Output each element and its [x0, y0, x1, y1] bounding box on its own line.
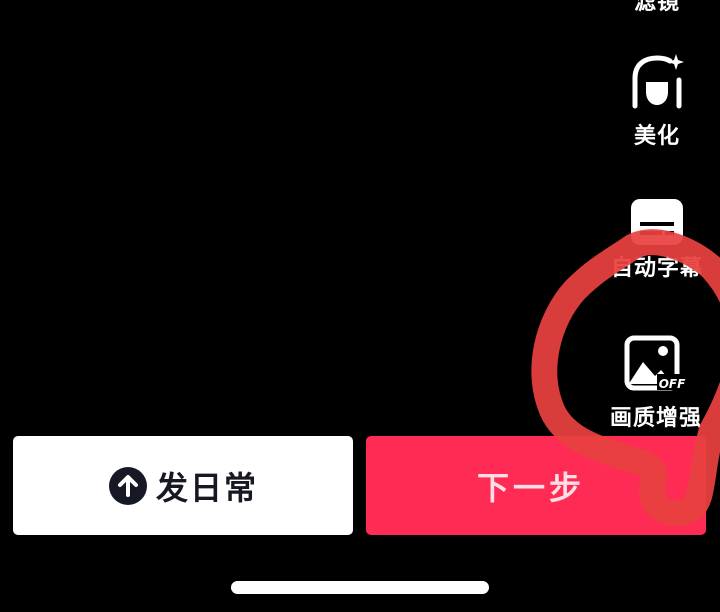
enhance-label: 画质增强 — [609, 406, 702, 431]
beauty-label: 美化 — [633, 124, 680, 149]
caption-tool[interactable]: 自动字幕 — [592, 196, 720, 282]
beauty-face-icon — [632, 54, 684, 109]
filter-tool[interactable]: 滤镜 — [592, 0, 720, 16]
publish-daily-button[interactable]: 发日常 — [13, 436, 353, 535]
image-enhance-icon: OFF — [624, 335, 687, 391]
publish-daily-label: 发日常 — [155, 468, 258, 507]
caption-icon — [631, 199, 683, 245]
home-indicator — [231, 581, 489, 594]
arrow-up-circle-icon — [108, 466, 147, 505]
beauty-tool[interactable]: 美化 — [592, 52, 720, 150]
next-step-button[interactable]: 下一步 — [366, 436, 706, 535]
enhance-tool[interactable]: OFF 画质增强 — [592, 334, 720, 432]
caption-label: 自动字幕 — [610, 256, 703, 281]
editor-screen: 滤镜 美化 自动字幕 OFF 画质增强 发日常 下一步 — [0, 0, 720, 612]
filter-label: 滤镜 — [633, 0, 680, 15]
enhance-off-badge: OFF — [659, 377, 686, 391]
next-step-label: 下一步 — [476, 468, 585, 507]
